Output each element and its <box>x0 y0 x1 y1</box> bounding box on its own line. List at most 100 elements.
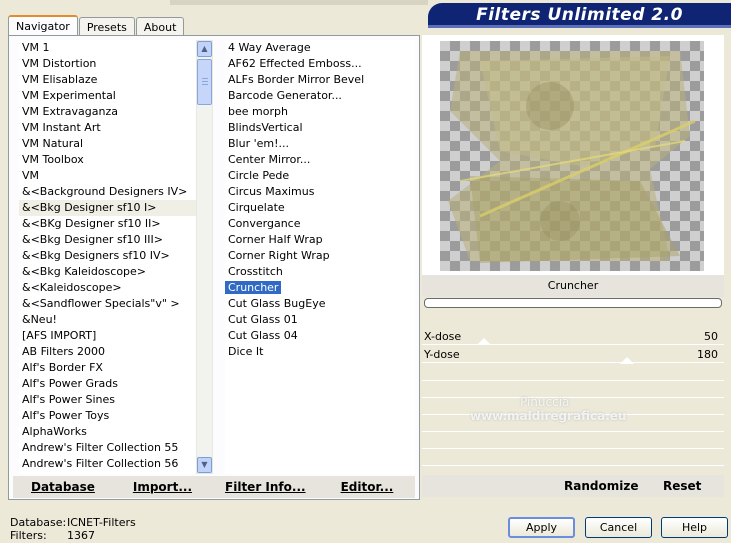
category-item[interactable]: AlphaWorks <box>19 424 196 440</box>
filter-item[interactable]: 4 Way Average <box>225 40 415 56</box>
navigator-toolbar: Database Import... Filter Info... Editor… <box>13 476 415 498</box>
category-item[interactable]: &<Kaleidoscope> <box>19 280 196 296</box>
filter-item[interactable]: Center Mirror... <box>225 152 415 168</box>
category-item[interactable]: VM Toolbox <box>19 152 196 168</box>
filter-item[interactable]: Crosstitch <box>225 264 415 280</box>
apply-button[interactable]: Apply <box>508 517 575 538</box>
watermark-brand: Pinuccia <box>520 395 570 409</box>
category-item[interactable]: Andrew's Filter Collection 56 <box>19 456 196 472</box>
tab-presets[interactable]: Presets <box>78 17 135 36</box>
filter-item-label: Dice It <box>228 345 264 358</box>
editor-button[interactable]: Editor... <box>341 480 394 494</box>
category-list[interactable]: VM 1 VM Distortion VM Elisablaze VM Experim… <box>19 40 196 474</box>
filter-item[interactable]: Cruncher <box>225 280 415 296</box>
filter-preview-panel: Cruncher X-dose 50 Y-dose 180 Randomize … <box>422 35 731 500</box>
filter-item[interactable]: BlindsVertical <box>225 120 415 136</box>
filters-count-label: Filters: <box>10 529 47 542</box>
filter-item[interactable]: Convergance <box>225 216 415 232</box>
category-item[interactable]: VM Natural <box>19 136 196 152</box>
filter-item[interactable]: Circus Maximus <box>225 184 415 200</box>
reset-button[interactable]: Reset <box>663 479 701 493</box>
category-item[interactable]: VM Extravaganza <box>19 104 196 120</box>
filter-item[interactable]: Corner Right Wrap <box>225 248 415 264</box>
filter-item[interactable]: Corner Half Wrap <box>225 232 415 248</box>
filter-item[interactable]: AF62 Effected Emboss... <box>225 56 415 72</box>
category-item[interactable]: VM Instant Art <box>19 120 196 136</box>
watermark-site: www.maldiregrafica.eu <box>470 409 627 423</box>
category-item-label: &<BKg Designer sf10 II> <box>22 217 161 230</box>
filter-item[interactable]: Cut Glass 04 <box>225 328 415 344</box>
category-item[interactable]: Alf's Border FX <box>19 360 196 376</box>
param-row-xdose[interactable]: X-dose 50 <box>422 329 724 345</box>
tab-navigator[interactable]: Navigator <box>8 15 78 37</box>
category-item[interactable]: VM <box>19 168 196 184</box>
category-item[interactable]: &<Bkg Designers sf10 IV> <box>19 248 196 264</box>
cancel-button[interactable]: Cancel <box>585 517 652 538</box>
filter-item-label: ALFs Border Mirror Bevel <box>228 73 365 86</box>
category-item[interactable]: AB Filters 2000 <box>19 344 196 360</box>
import-button[interactable]: Import... <box>133 480 192 494</box>
filter-item-label: Cirquelate <box>228 201 285 214</box>
app-title-banner: Filters Unlimited 2.0 <box>428 3 731 28</box>
database-value: ICNET-Filters <box>67 516 136 529</box>
progress-bar <box>424 298 722 308</box>
category-item[interactable]: VM 1 <box>19 40 196 56</box>
filter-item[interactable]: Blur 'em!... <box>225 136 415 152</box>
category-item-label: [AFS IMPORT] <box>22 329 97 342</box>
param-row-ydose[interactable]: Y-dose 180 <box>422 347 724 363</box>
scroll-up-button[interactable]: ▲ <box>197 41 212 57</box>
category-item-label: VM Natural <box>22 137 84 150</box>
filter-item[interactable]: Cirquelate <box>225 200 415 216</box>
database-button[interactable]: Database <box>31 480 95 494</box>
category-item[interactable]: VM Experimental <box>19 88 196 104</box>
category-item[interactable]: VM Distortion <box>19 56 196 72</box>
category-item-label: VM Instant Art <box>22 121 101 134</box>
category-item[interactable]: &<Bkg Kaleidoscope> <box>19 264 196 280</box>
filter-item[interactable]: Barcode Generator... <box>225 88 415 104</box>
filter-item-label: BlindsVertical <box>228 121 303 134</box>
param-value: 50 <box>704 330 718 343</box>
filter-item-label: bee morph <box>228 105 288 118</box>
tab-about[interactable]: About <box>135 17 185 36</box>
category-scrollbar[interactable]: ▲ ▼ <box>196 40 213 474</box>
title-strip <box>170 0 428 5</box>
category-item[interactable]: &<Background Designers IV> <box>19 184 196 200</box>
category-item[interactable]: Alf's Power Sines <box>19 392 196 408</box>
category-item-label: VM Toolbox <box>22 153 84 166</box>
category-item-label: &<Bkg Designer sf10 I> <box>22 201 157 214</box>
category-item-label: Andrew's Filter Collection 55 <box>22 441 179 454</box>
randomize-button[interactable]: Randomize <box>564 479 638 493</box>
filter-item-label: AF62 Effected Emboss... <box>228 57 362 70</box>
category-item[interactable]: &<BKg Designer sf10 II> <box>19 216 196 232</box>
category-item-label: Alf's Power Grads <box>22 377 118 390</box>
category-item[interactable]: &Neu! <box>19 312 196 328</box>
category-item[interactable]: Alf's Power Grads <box>19 376 196 392</box>
filter-list[interactable]: 4 Way Average AF62 Effected Emboss... ALFs… <box>225 40 415 474</box>
category-item[interactable]: &<Bkg Designer sf10 I> <box>19 200 196 216</box>
category-item[interactable]: [AFS IMPORT] <box>19 328 196 344</box>
filter-item[interactable]: Circle Pede <box>225 168 415 184</box>
filter-item[interactable]: ALFs Border Mirror Bevel <box>225 72 415 88</box>
filter-info-button[interactable]: Filter Info... <box>225 480 306 494</box>
category-item-label: AB Filters 2000 <box>22 345 106 358</box>
category-item-label: AlphaWorks <box>22 425 87 438</box>
scroll-down-button[interactable]: ▼ <box>197 457 212 473</box>
category-item[interactable]: VM Elisablaze <box>19 72 196 88</box>
param-slider-marker[interactable] <box>477 338 491 345</box>
category-item[interactable]: &<Sandflower Specials"v" > <box>19 296 196 312</box>
category-item-label: VM Distortion <box>22 57 97 70</box>
filter-item-label: Corner Right Wrap <box>228 249 330 262</box>
category-item[interactable]: Alf's Power Toys <box>19 408 196 424</box>
category-item[interactable]: Andrew's Filter Collection 55 <box>19 440 196 456</box>
category-item-label: Alf's Border FX <box>22 361 103 374</box>
category-item[interactable]: &<Bkg Designer sf10 III> <box>19 232 196 248</box>
category-item-label: &<Sandflower Specials"v" > <box>22 297 180 310</box>
filter-item[interactable]: bee morph <box>225 104 415 120</box>
filter-item[interactable]: Cut Glass BugEye <box>225 296 415 312</box>
param-slider-marker[interactable] <box>620 357 634 364</box>
preview-image[interactable] <box>440 41 704 271</box>
help-button[interactable]: Help <box>661 517 728 538</box>
scroll-thumb[interactable] <box>197 59 212 105</box>
filter-item[interactable]: Cut Glass 01 <box>225 312 415 328</box>
filter-item[interactable]: Dice It <box>225 344 415 360</box>
